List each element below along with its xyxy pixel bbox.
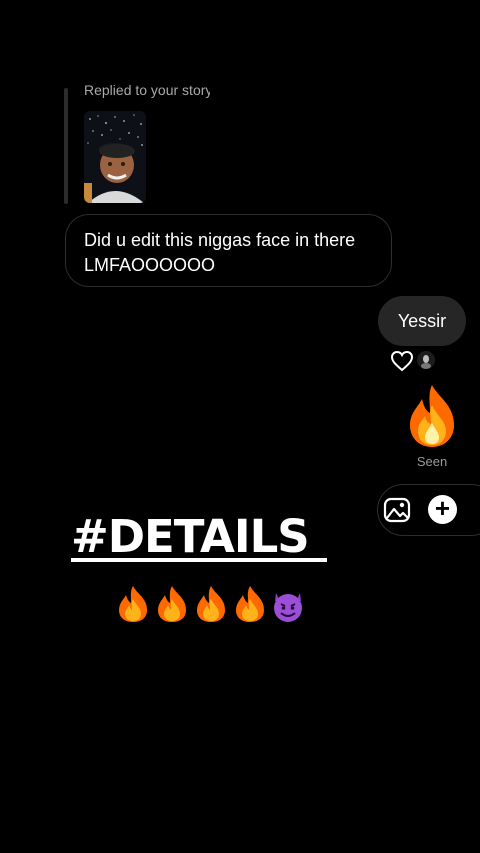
smiling-imp-icon	[274, 593, 302, 622]
story-photo	[84, 111, 146, 203]
reaction-avatar	[417, 351, 435, 369]
image-icon[interactable]	[382, 494, 412, 524]
incoming-message-text: Did u edit this niggas face in there LMF…	[84, 230, 356, 275]
reply-caption: Replied to your story	[84, 82, 210, 98]
outgoing-message-text: Yessir	[397, 311, 447, 331]
headline-underline	[71, 558, 327, 562]
avatar-icon	[417, 351, 435, 369]
outgoing-message-bubble[interactable]: Yessir	[378, 296, 466, 346]
fire-emoji-icon	[197, 586, 225, 622]
plus-icon[interactable]: +	[428, 495, 457, 524]
fire-emoji-icon	[236, 586, 264, 622]
incoming-message-bubble[interactable]: Did u edit this niggas face in there LMF…	[65, 214, 392, 287]
story-thumbnail[interactable]	[84, 111, 146, 203]
dm-thread-screen: Replied to your story Did u edit this ni…	[0, 0, 480, 853]
reply-indicator-bar	[64, 88, 68, 204]
fire-icon	[410, 385, 454, 447]
heart-icon[interactable]	[390, 350, 414, 372]
seen-status: Seen	[416, 454, 448, 469]
fire-emoji-icon	[158, 586, 186, 622]
fire-emoji-icon	[119, 586, 147, 622]
